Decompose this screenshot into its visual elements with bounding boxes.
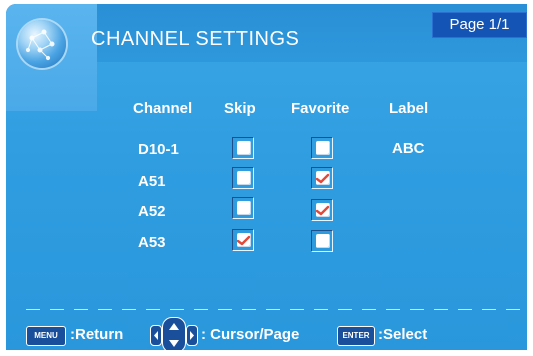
- left-arrow-icon: [150, 325, 162, 346]
- skip-checkbox[interactable]: [232, 229, 254, 251]
- column-header-favorite: Favorite: [291, 100, 350, 117]
- favorite-checkbox[interactable]: [311, 137, 333, 159]
- channel-label: ABC: [392, 140, 425, 157]
- tv-osd-screen: CHANNEL SETTINGS Page 1/1 Channel Skip F…: [0, 0, 533, 356]
- select-hint: :Select: [378, 326, 428, 343]
- page-title: CHANNEL SETTINGS: [91, 28, 300, 50]
- skip-checkbox[interactable]: [232, 167, 254, 189]
- column-header-skip: Skip: [224, 100, 256, 117]
- checkmark-icon: [315, 205, 330, 216]
- enter-key-icon: ENTER: [337, 326, 375, 346]
- settings-panel: CHANNEL SETTINGS Page 1/1 Channel Skip F…: [6, 4, 527, 350]
- skip-checkbox[interactable]: [232, 197, 254, 219]
- cursor-page-hint: : Cursor/Page: [201, 326, 300, 343]
- return-hint: :Return: [70, 326, 124, 343]
- channel-name: A51: [138, 173, 166, 190]
- channel-name: A53: [138, 234, 166, 251]
- footer-divider: [26, 309, 526, 310]
- channel-name: D10-1: [138, 141, 179, 158]
- checkmark-icon: [315, 173, 330, 184]
- globe-network-icon: [25, 29, 55, 61]
- checkmark-icon: [236, 235, 251, 246]
- favorite-checkbox[interactable]: [311, 167, 333, 189]
- column-header-label: Label: [389, 100, 429, 117]
- menu-key-icon: MENU: [26, 326, 66, 346]
- favorite-checkbox[interactable]: [311, 199, 333, 221]
- favorite-checkbox[interactable]: [311, 230, 333, 252]
- channel-name: A52: [138, 203, 166, 220]
- up-down-arrow-icon: [162, 317, 186, 350]
- right-arrow-icon: [186, 325, 198, 346]
- globe-icon: [18, 20, 66, 68]
- logo-box: [6, 4, 97, 111]
- page-indicator: Page 1/1: [432, 12, 527, 38]
- skip-checkbox[interactable]: [232, 137, 254, 159]
- column-header-channel: Channel: [133, 100, 193, 117]
